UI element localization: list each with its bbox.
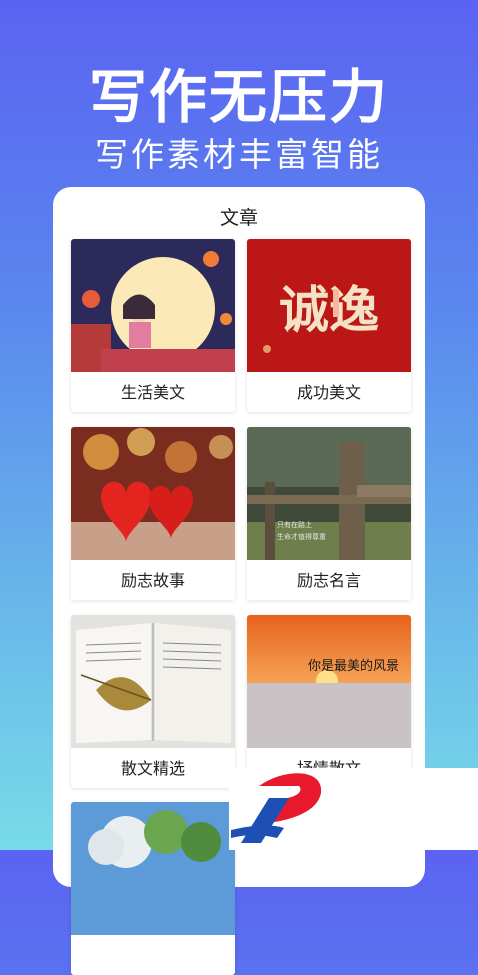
- category-label: 成功美文: [296, 383, 361, 402]
- red-calligraphy-thumbnail: 诚逸: [247, 239, 411, 372]
- sunset-script: 你是最美的风景: [308, 658, 399, 674]
- red-hearts-bokeh-thumbnail: [71, 427, 235, 560]
- fence-caption-2: 生命才值得尊重: [277, 532, 326, 541]
- category-card-seventh[interactable]: [71, 802, 235, 975]
- wooden-fence-thumbnail: 只有在路上 生命才值得尊重: [247, 427, 411, 560]
- category-label: 散文精选: [120, 759, 185, 778]
- category-card-life[interactable]: 生活美文: [71, 239, 235, 412]
- moon-girl-illustration-thumbnail: [71, 239, 235, 372]
- fence-caption-1: 只有在路上: [277, 520, 312, 529]
- category-card-inspiring-stories[interactable]: 励志故事: [71, 427, 235, 600]
- category-card-success[interactable]: 诚逸 成功美文: [247, 239, 411, 412]
- calligraphy-text: 诚逸: [279, 280, 379, 339]
- brand-logo: [229, 768, 478, 850]
- hero-subtitle: 写作素材丰富智能: [95, 135, 383, 174]
- open-book-leaf-thumbnail: [71, 615, 235, 748]
- brand-logo-icon: [231, 773, 322, 843]
- category-card-prose[interactable]: 散文精选: [71, 615, 235, 788]
- category-label: 励志故事: [120, 571, 185, 590]
- category-card-quotes[interactable]: 只有在路上 生命才值得尊重 励志名言: [247, 427, 411, 600]
- hero-title: 写作无压力: [88, 63, 389, 131]
- category-grid: 生活美文 诚逸 成功美文 励志故事 只有在路上 生命才值得尊重 励志名言 散文精…: [53, 187, 425, 975]
- sunset-sea-clouds-thumbnail: 你是最美的风景: [247, 615, 411, 748]
- category-label: 励志名言: [296, 571, 361, 590]
- category-card-lyrical-prose[interactable]: 你是最美的风景 抒情散文: [247, 615, 411, 788]
- category-label: 生活美文: [120, 383, 185, 402]
- tree-blue-sky-thumbnail: [71, 802, 235, 935]
